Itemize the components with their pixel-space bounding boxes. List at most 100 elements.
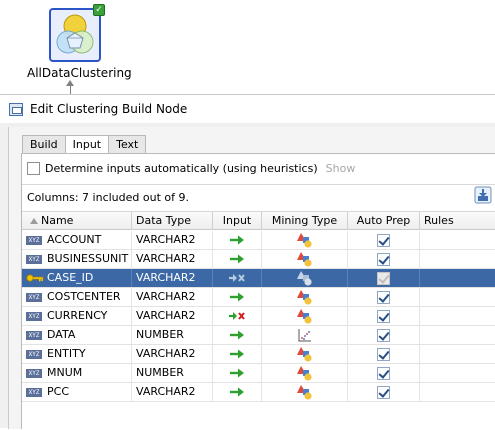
- column-name: PCC: [47, 385, 69, 398]
- cell-auto-prep: [348, 364, 420, 382]
- auto-prep-checkbox[interactable]: [377, 290, 390, 304]
- cell-rules[interactable]: [420, 364, 495, 382]
- include-arrow-icon[interactable]: [213, 383, 262, 401]
- cell-data-type: VARCHAR2: [132, 250, 213, 268]
- input-panel: Determine inputs automatically (using he…: [21, 153, 495, 429]
- cell-name: XYZ COSTCENTER: [22, 288, 132, 306]
- header-input[interactable]: Input: [213, 212, 262, 230]
- table-row[interactable]: XYZ CURRENCY VARCHAR2: [22, 307, 495, 326]
- categorical-icon[interactable]: [262, 288, 348, 306]
- columns-summary: Columns: 7 included out of 9.: [27, 191, 189, 204]
- cell-data-type: VARCHAR2: [132, 383, 213, 401]
- categorical-icon[interactable]: [262, 364, 348, 382]
- table-row[interactable]: XYZ COSTCENTER VARCHAR2: [22, 288, 495, 307]
- include-arrow-icon[interactable]: [213, 288, 262, 306]
- node-frame: [49, 8, 101, 62]
- categorical-icon[interactable]: [262, 231, 348, 249]
- table-row[interactable]: XYZ BUSINESSUNIT VARCHAR2: [22, 250, 495, 269]
- cell-rules[interactable]: [420, 231, 495, 249]
- header-rules[interactable]: Rules: [420, 212, 495, 230]
- include-arrow-icon[interactable]: [213, 250, 262, 268]
- tab-input[interactable]: Input: [64, 135, 110, 154]
- cell-name: CASE_ID: [22, 269, 132, 287]
- header-auto-prep[interactable]: Auto Prep: [348, 212, 420, 230]
- auto-prep-checkbox[interactable]: [377, 252, 390, 266]
- dialog-icon: [9, 102, 23, 116]
- varchar-type-icon: XYZ: [26, 349, 42, 359]
- table-row[interactable]: XYZ DATA NUMBER: [22, 326, 495, 345]
- varchar-icon: XYZ: [26, 368, 47, 378]
- categorical-icon[interactable]: [262, 307, 348, 325]
- varchar-type-icon: XYZ: [26, 235, 42, 245]
- column-name: COSTCENTER: [47, 290, 121, 303]
- exclude-arrow-icon[interactable]: [213, 269, 262, 287]
- exclude-arrow-icon[interactable]: [213, 307, 262, 325]
- cell-rules[interactable]: [420, 307, 495, 325]
- cell-data-type: VARCHAR2: [132, 288, 213, 306]
- auto-prep-checkbox[interactable]: [377, 328, 390, 342]
- header-mining-type[interactable]: Mining Type: [262, 212, 348, 230]
- header-data-type[interactable]: Data Type: [132, 212, 213, 230]
- table-row[interactable]: XYZ MNUM NUMBER: [22, 364, 495, 383]
- categorical-icon[interactable]: [262, 383, 348, 401]
- heuristics-label[interactable]: Determine inputs automatically (using he…: [45, 162, 318, 175]
- sort-ascending-icon: [30, 217, 38, 224]
- node-label[interactable]: AllDataClustering: [27, 66, 177, 80]
- dialog-titlebar[interactable]: Edit Clustering Build Node: [0, 95, 495, 123]
- cell-rules[interactable]: [420, 345, 495, 363]
- cell-data-type: VARCHAR2: [132, 307, 213, 325]
- auto-prep-checkbox[interactable]: [377, 271, 390, 285]
- cell-rules[interactable]: [420, 383, 495, 401]
- varchar-icon: XYZ: [26, 330, 47, 340]
- include-arrow-icon[interactable]: [213, 345, 262, 363]
- tab-text[interactable]: Text: [108, 135, 147, 153]
- auto-prep-checkbox[interactable]: [377, 385, 390, 399]
- cell-rules[interactable]: [420, 250, 495, 268]
- cell-rules[interactable]: [420, 288, 495, 306]
- show-link[interactable]: Show: [326, 162, 356, 175]
- cell-auto-prep: [348, 269, 420, 287]
- include-arrow-icon[interactable]: [213, 326, 262, 344]
- include-arrow-icon[interactable]: [213, 364, 262, 382]
- cell-name: XYZ PCC: [22, 383, 132, 401]
- heuristics-checkbox[interactable]: [27, 162, 40, 175]
- cell-data-type: NUMBER: [132, 364, 213, 382]
- cell-auto-prep: [348, 383, 420, 401]
- header-name[interactable]: Name: [22, 212, 132, 230]
- cell-auto-prep: [348, 326, 420, 344]
- cell-auto-prep: [348, 345, 420, 363]
- clustering-node[interactable]: ✓: [49, 4, 105, 62]
- categorical-icon[interactable]: [262, 345, 348, 363]
- varchar-type-icon: XYZ: [26, 368, 42, 378]
- categorical-icon[interactable]: [262, 250, 348, 268]
- auto-prep-checkbox[interactable]: [377, 233, 390, 247]
- varchar-icon: XYZ: [26, 311, 47, 321]
- table-row[interactable]: XYZ ENTITY VARCHAR2: [22, 345, 495, 364]
- varchar-icon: XYZ: [26, 349, 47, 359]
- varchar-type-icon: XYZ: [26, 292, 42, 302]
- clustering-node-icon: [56, 14, 94, 54]
- table-row[interactable]: XYZ ACCOUNT VARCHAR2: [22, 231, 495, 250]
- tab-build[interactable]: Build: [22, 135, 66, 153]
- column-name: CASE_ID: [47, 271, 94, 284]
- auto-prep-checkbox[interactable]: [377, 347, 390, 361]
- header-name-label: Name: [41, 214, 74, 227]
- edit-node-dialog: Edit Clustering Build Node Build Input T…: [0, 94, 495, 429]
- cell-name: XYZ MNUM: [22, 364, 132, 382]
- import-icon[interactable]: [474, 186, 492, 204]
- include-arrow-icon[interactable]: [213, 231, 262, 249]
- table-row[interactable]: XYZ PCC VARCHAR2: [22, 383, 495, 402]
- categorical-icon[interactable]: [262, 269, 348, 287]
- heuristics-option: Determine inputs automatically (using he…: [27, 162, 355, 175]
- auto-prep-checkbox[interactable]: [377, 366, 390, 380]
- table-header: Name Data Type Input Mining Type Auto Pr…: [22, 212, 495, 230]
- cell-rules[interactable]: [420, 269, 495, 287]
- cell-rules[interactable]: [420, 326, 495, 344]
- auto-prep-checkbox[interactable]: [377, 309, 390, 323]
- column-name: MNUM: [47, 366, 83, 379]
- numerical-icon[interactable]: [262, 326, 348, 344]
- columns-table: Name Data Type Input Mining Type Auto Pr…: [22, 212, 495, 430]
- check-badge-icon: ✓: [93, 4, 105, 16]
- cell-auto-prep: [348, 250, 420, 268]
- table-row[interactable]: CASE_ID VARCHAR2: [22, 269, 495, 288]
